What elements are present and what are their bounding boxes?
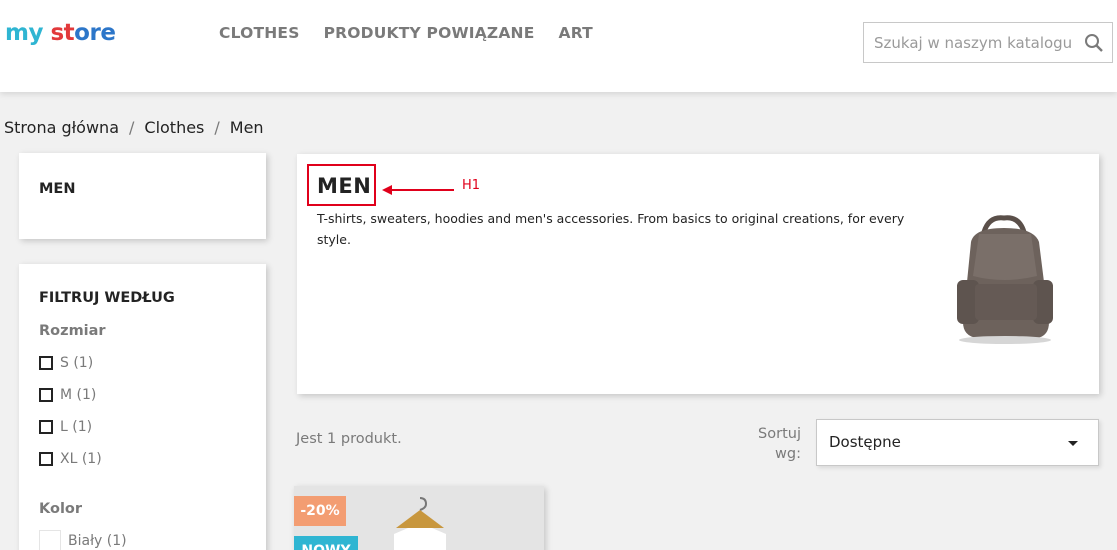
breadcrumb-separator: /	[129, 118, 135, 137]
nav-item-clothes[interactable]: CLOTHES	[219, 24, 300, 42]
search-box	[863, 22, 1113, 63]
breadcrumb-separator: /	[214, 118, 220, 137]
sort-dropdown[interactable]: Dostępne	[816, 419, 1099, 466]
new-badge: NOWY	[294, 536, 358, 550]
page-title: MEN	[317, 174, 372, 198]
checkbox[interactable]	[39, 356, 53, 370]
site-header: my store CLOTHES PRODUKTY POWIĄZANE ART	[0, 0, 1117, 92]
product-thumbnail	[394, 497, 446, 550]
size-option-label: S (1)	[60, 355, 94, 371]
color-filter-white[interactable]: Biały (1)	[39, 530, 127, 550]
annotation-arrow-icon	[382, 185, 454, 195]
filter-panel: FILTRUJ WEDŁUG Rozmiar S (1) M (1) L (1)…	[19, 264, 266, 550]
nav-item-art[interactable]: ART	[559, 24, 593, 42]
breadcrumb-clothes[interactable]: Clothes	[144, 118, 204, 137]
color-option-label: Biały (1)	[68, 533, 127, 549]
size-option-label: M (1)	[60, 387, 97, 403]
nav-item-related-products[interactable]: PRODUKTY POWIĄZANE	[324, 24, 535, 42]
search-input[interactable]	[864, 23, 1074, 62]
search-icon[interactable]	[1084, 33, 1104, 53]
category-description: T-shirts, sweaters, hoodies and men's ac…	[317, 211, 905, 247]
discount-badge: -20%	[294, 496, 346, 526]
checkbox[interactable]	[39, 452, 53, 466]
category-tree-card: MEN	[19, 153, 266, 239]
color-facet-label: Kolor	[39, 501, 83, 517]
breadcrumb-men: Men	[229, 118, 264, 137]
category-image	[957, 215, 1053, 344]
size-filter-l[interactable]: L (1)	[39, 419, 92, 435]
annotation-label: H1	[462, 178, 481, 193]
size-option-label: L (1)	[60, 419, 93, 435]
sort-label: Sortuj wg:	[758, 426, 801, 462]
size-filter-s[interactable]: S (1)	[39, 355, 93, 371]
breadcrumb-home[interactable]: Strona główna	[4, 118, 119, 137]
size-filter-m[interactable]: M (1)	[39, 387, 96, 403]
sort-selected-value: Dostępne	[829, 433, 901, 451]
size-option-label: XL (1)	[60, 451, 102, 467]
breadcrumb: Strona główna / Clothes / Men	[4, 118, 264, 137]
size-filter-xl[interactable]: XL (1)	[39, 451, 102, 467]
store-logo[interactable]: my store	[5, 20, 116, 46]
size-facet-label: Rozmiar	[39, 323, 106, 339]
caret-down-icon	[1068, 441, 1078, 446]
category-tree-title[interactable]: MEN	[39, 181, 75, 197]
product-count: Jest 1 produkt.	[296, 431, 402, 447]
filter-title: FILTRUJ WEDŁUG	[39, 290, 175, 306]
checkbox[interactable]	[39, 388, 53, 402]
main-navigation: CLOTHES PRODUKTY POWIĄZANE ART	[219, 24, 593, 42]
checkbox[interactable]	[39, 420, 53, 434]
product-card[interactable]: -20% NOWY	[294, 486, 544, 550]
color-swatch[interactable]	[39, 530, 61, 550]
